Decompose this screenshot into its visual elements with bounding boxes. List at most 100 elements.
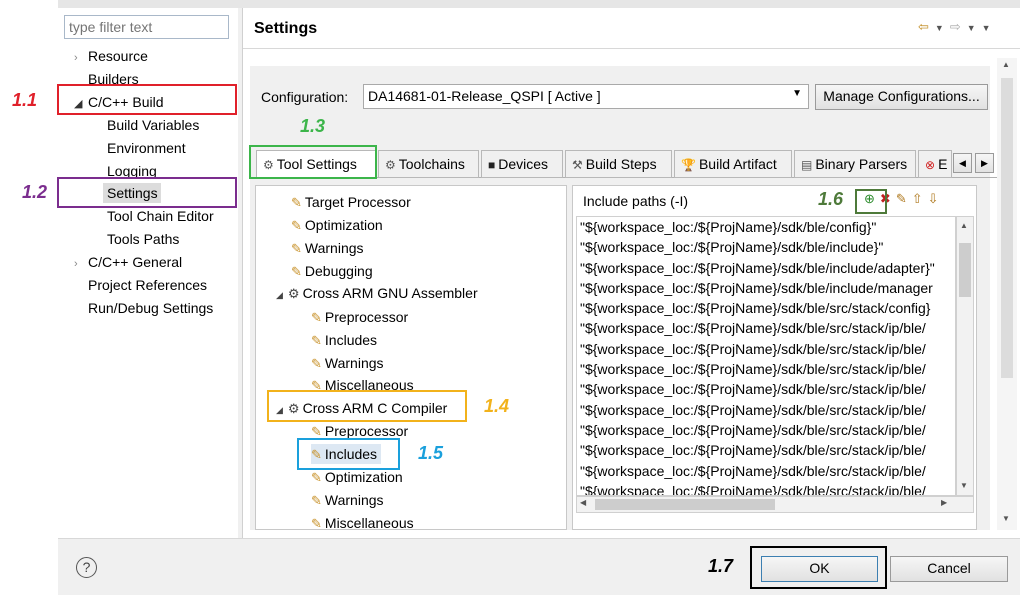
gear-icon: ⚙ [287,286,300,301]
configuration-select[interactable]: DA14681-01-Release_QSPI [ Active ] ▼ [363,84,809,109]
manage-configurations-button[interactable]: Manage Configurations... [815,84,988,110]
include-path-row[interactable]: "${workspace_loc:/${ProjName}/sdk/ble/sr… [577,379,955,399]
tab-label: Devices [498,156,549,172]
include-path-row[interactable]: "${workspace_loc:/${ProjName}/sdk/ble/in… [577,237,955,257]
include-path-row[interactable]: "${workspace_loc:/${ProjName}/sdk/ble/sr… [577,400,955,420]
scroll-right-icon[interactable]: ▶ [941,498,947,507]
step-marker: 1.3 [300,116,326,136]
tool-label: Warnings [324,492,384,508]
chevron-down-icon[interactable]: ▼ [967,23,982,33]
scroll-up-icon[interactable]: ▲ [1002,60,1010,69]
scroll-up-icon[interactable]: ▲ [960,221,968,230]
tree-label: C/C++ General [88,254,183,270]
scroll-down-icon[interactable]: ▼ [1002,514,1010,523]
error-icon: ⊗ [925,158,936,172]
edit-icon[interactable]: ✎ [896,191,912,206]
folder-icon: ✎ [311,493,322,508]
tree-label: Project References [88,277,208,293]
step-marker: 1.6 [818,189,844,209]
cancel-button[interactable]: Cancel [890,556,1008,582]
include-path-row[interactable]: "${workspace_loc:/${ProjName}/sdk/ble/sr… [577,359,955,379]
include-list-hscrollbar[interactable]: ◀ ▶ [576,496,974,513]
tree-item-tools-paths[interactable]: Tools Paths [107,229,179,249]
gear-icon: ⚙ [385,158,396,172]
highlight-box-includes [297,438,400,470]
tool-item-c-miscellaneous[interactable]: ✎ Miscellaneous [311,513,414,529]
folder-icon: ✎ [291,195,302,210]
tool-item-optimization[interactable]: ✎ Optimization [291,215,383,235]
chip-icon: ■ [488,158,496,172]
step-marker: 1.7 [708,556,734,576]
tab-devices[interactable]: ■ Devices [481,150,563,178]
folder-icon: ✎ [311,424,322,439]
include-path-row[interactable]: "${workspace_loc:/${ProjName}/sdk/ble/sr… [577,339,955,359]
tab-toolchains[interactable]: ⚙ Toolchains [378,150,479,178]
tool-item-c-optimization[interactable]: ✎ Optimization [311,467,403,487]
highlight-box-cpp-build [57,84,237,115]
tree-item-resource[interactable]: › Resource [74,46,148,66]
include-list-vscrollbar[interactable]: ▲ ▼ [956,216,974,496]
tree-item-tool-chain-editor[interactable]: Tool Chain Editor [107,206,214,226]
tree-label: Resource [88,48,148,64]
folder-icon: ✎ [291,241,302,256]
page-vscrollbar[interactable]: ▲ ▼ [997,58,1017,530]
include-path-row[interactable]: "${workspace_loc:/${ProjName}/sdk/ble/sr… [577,440,955,460]
tree-label: Environment [107,140,186,156]
configuration-label: Configuration: [261,89,349,105]
back-arrow-icon[interactable]: ⇦ [918,19,935,34]
tool-item-target-processor[interactable]: ✎ Target Processor [291,192,411,212]
include-path-row[interactable]: "${workspace_loc:/${ProjName}/sdk/ble/sr… [577,481,955,495]
move-down-icon[interactable]: ⇩ [928,191,944,206]
highlight-box-settings [57,177,237,208]
tab-build-artifact[interactable]: 🏆 Build Artifact [674,150,792,178]
tab-label: Build Steps [585,156,657,172]
chevron-down-icon[interactable]: ▼ [935,23,950,33]
filter-input[interactable] [64,15,229,39]
tab-binary-parsers[interactable]: ▤ Binary Parsers [794,150,916,178]
include-path-row[interactable]: "${workspace_loc:/${ProjName}/sdk/ble/sr… [577,298,955,318]
tab-scroll-right-button[interactable]: ▶ [975,153,994,173]
tool-item-asm-preprocessor[interactable]: ✎ Preprocessor [311,307,408,327]
tool-item-debugging[interactable]: ✎ Debugging [291,261,373,281]
include-path-row[interactable]: "${workspace_loc:/${ProjName}/sdk/ble/sr… [577,420,955,440]
scroll-left-icon[interactable]: ◀ [580,498,586,507]
include-path-row[interactable]: "${workspace_loc:/${ProjName}/sdk/ble/in… [577,258,955,278]
scrollbar-thumb[interactable] [1001,78,1013,378]
tab-scroll-left-button[interactable]: ◀ [953,153,972,173]
tree-item-environment[interactable]: Environment [107,138,186,158]
chevron-right-icon: › [74,258,78,270]
tool-label: Optimization [304,217,383,233]
tab-build-steps[interactable]: ⚒ Build Steps [565,150,672,178]
tool-label: Optimization [324,469,403,485]
tool-item-c-warnings[interactable]: ✎ Warnings [311,490,384,510]
menu-icon[interactable]: ▼ [982,23,997,33]
tree-item-run-debug-settings[interactable]: Run/Debug Settings [88,298,213,318]
include-path-row[interactable]: "${workspace_loc:/${ProjName}/sdk/ble/in… [577,278,955,298]
step-marker: 1.1 [12,90,38,110]
tool-item-warnings[interactable]: ✎ Warnings [291,238,364,258]
tool-label: Includes [324,332,378,348]
scrollbar-thumb[interactable] [595,499,775,510]
include-paths-list[interactable]: "${workspace_loc:/${ProjName}/sdk/ble/co… [576,216,956,496]
scroll-down-icon[interactable]: ▼ [960,481,968,490]
tab-label: Build Artifact [698,156,777,172]
tab-error-parsers[interactable]: ⊗ E [918,150,952,178]
tree-item-cpp-general[interactable]: › C/C++ General [74,252,182,272]
include-path-row[interactable]: "${workspace_loc:/${ProjName}/sdk/ble/sr… [577,461,955,481]
tool-label: Warnings [304,240,364,256]
tool-item-asm-warnings[interactable]: ✎ Warnings [311,353,384,373]
tool-item-assembler[interactable]: ◢ ⚙ Cross ARM GNU Assembler [276,283,478,303]
tree-item-project-references[interactable]: Project References [88,275,207,295]
include-path-row[interactable]: "${workspace_loc:/${ProjName}/sdk/ble/co… [577,217,955,237]
help-icon[interactable]: ? [76,557,97,578]
include-path-row[interactable]: "${workspace_loc:/${ProjName}/sdk/ble/sr… [577,318,955,338]
tool-item-asm-includes[interactable]: ✎ Includes [311,330,377,350]
chevron-right-icon: › [74,52,78,64]
folder-icon: ✎ [311,310,322,325]
highlight-box-tool-settings [249,145,377,179]
move-up-icon[interactable]: ⇧ [912,191,928,206]
highlight-box-c-compiler [267,390,467,422]
scrollbar-thumb[interactable] [959,243,971,297]
forward-arrow-icon[interactable]: ⇨ [950,19,967,34]
tree-item-build-variables[interactable]: Build Variables [107,115,199,135]
